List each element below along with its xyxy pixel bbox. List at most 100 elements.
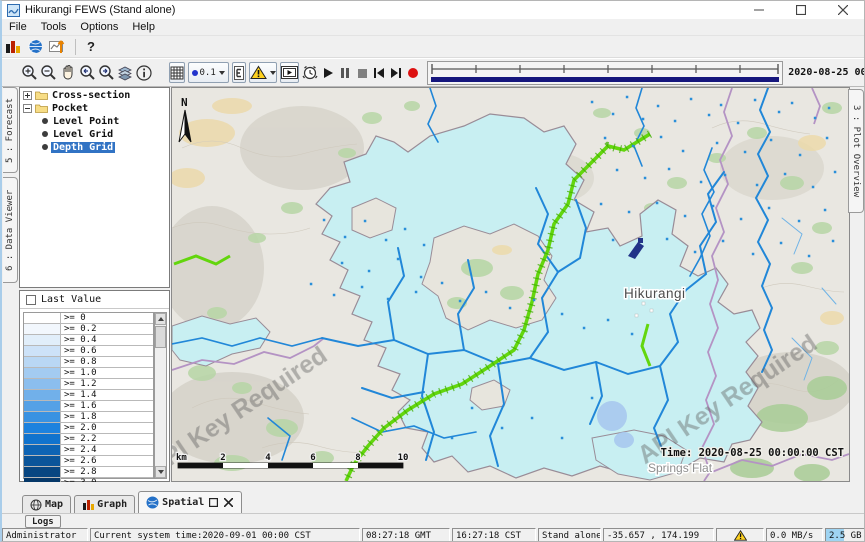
legend-swatch — [24, 324, 61, 334]
tab-spatial[interactable]: Spatial — [138, 491, 242, 513]
explorer-barchart-icon[interactable] — [3, 38, 23, 56]
tree-node-depth-grid[interactable]: Depth Grid — [20, 141, 169, 153]
left-tab-strip: 5 : Forecast 6 : Data Viewer — [2, 87, 18, 482]
play-icon[interactable] — [320, 62, 336, 83]
last-value-label: Last Value — [41, 294, 101, 305]
warning-threshold-dropdown[interactable] — [249, 62, 277, 83]
status-memory: 2.5 GB — [825, 528, 865, 542]
layers-icon[interactable] — [116, 62, 134, 83]
north-label: N — [181, 96, 188, 109]
logs-button[interactable]: Logs — [25, 515, 61, 528]
tab-maximize-icon[interactable] — [207, 497, 219, 509]
status-local-time: 16:27:18 CST — [452, 528, 536, 542]
legend-swatch — [24, 313, 61, 323]
status-mode: Stand alone — [538, 528, 601, 542]
tab-plot-overview[interactable]: 3 : Plot Overview — [848, 89, 864, 213]
minimize-button[interactable] — [738, 1, 780, 19]
tree-node-level-point[interactable]: Level Point — [20, 115, 169, 127]
stop-icon[interactable] — [354, 62, 370, 83]
zoom-in-icon[interactable] — [21, 62, 39, 83]
tree-node-label: Cross-section — [50, 90, 132, 101]
close-button[interactable] — [822, 1, 864, 19]
scroll-up-icon[interactable] — [155, 313, 166, 325]
zoom-next-icon[interactable] — [97, 62, 115, 83]
status-warning-cell[interactable] — [716, 528, 764, 542]
tab-forecast[interactable]: 5 : Forecast — [3, 87, 18, 173]
movie-player-icon[interactable] — [280, 62, 299, 83]
help-button[interactable]: ? — [83, 39, 99, 54]
menu-help[interactable]: Help — [125, 20, 162, 34]
tree-node-cross-section[interactable]: Cross-section — [20, 89, 169, 101]
tree-node-label: Level Point — [51, 116, 121, 127]
legend-row[interactable]: >= 0.2 — [24, 324, 153, 335]
map-viewport[interactable]: API Key Required API Key Required Hikura… — [171, 87, 850, 482]
right-tab-strip: 3 : Plot Overview — [847, 87, 864, 482]
tab-data-viewer[interactable]: 6 : Data Viewer — [3, 177, 18, 283]
tab-close-icon[interactable] — [222, 497, 234, 509]
maximize-button[interactable] — [780, 1, 822, 19]
legend-row[interactable]: >= 1.2 — [24, 379, 153, 390]
info-icon[interactable] — [135, 62, 153, 83]
legend-row[interactable]: >= 2.6 — [24, 456, 153, 467]
timeline-slider[interactable] — [427, 61, 783, 85]
legend-swatch — [24, 401, 61, 411]
pause-icon[interactable] — [337, 62, 353, 83]
title-bar: Hikurangi FEWS (Stand alone) — [2, 1, 864, 19]
last-value-checkbox[interactable] — [26, 295, 36, 305]
legend-row[interactable]: >= 0.8 — [24, 357, 153, 368]
map-canvas[interactable]: API Key Required API Key Required Hikura… — [172, 88, 849, 481]
legend-scrollbar[interactable] — [154, 312, 167, 479]
legend-row[interactable]: >= 1.6 — [24, 401, 153, 412]
legend-row[interactable]: >= 1.0 — [24, 368, 153, 379]
legend-row[interactable]: >= 1.4 — [24, 390, 153, 401]
tree-node-level-grid[interactable]: Level Grid — [20, 128, 169, 140]
menu-bar: File Tools Options Help — [2, 19, 864, 36]
wire-globe-icon — [30, 499, 42, 511]
label-classes-icon[interactable] — [232, 62, 246, 83]
zoom-out-icon[interactable] — [40, 62, 58, 83]
legend-row[interactable]: >= 0.4 — [24, 335, 153, 346]
main-toolbar: ? — [2, 36, 864, 58]
legend-swatch — [24, 423, 61, 433]
legend-swatch — [24, 335, 61, 345]
tab-map[interactable]: Map — [22, 495, 71, 513]
legend-row[interactable]: >= 0.6 — [24, 346, 153, 357]
map-time-overlay: Time: 2020-08-25 00:00:00 CST — [661, 447, 844, 459]
tree-node-pocket[interactable]: Pocket — [20, 102, 169, 114]
window-controls — [738, 1, 864, 19]
tree-node-label: Pocket — [50, 103, 90, 114]
legend-swatch — [24, 357, 61, 367]
layers-tree: Cross-section Pocket Level Point Level G… — [19, 87, 170, 288]
legend-row[interactable]: >= 2.4 — [24, 445, 153, 456]
legend-row[interactable]: >= 1.8 — [24, 412, 153, 423]
collapse-minus-icon[interactable] — [23, 104, 32, 113]
last-value-option[interactable]: Last Value — [20, 291, 169, 309]
menu-tools[interactable]: Tools — [34, 20, 74, 34]
contour-interval-dropdown[interactable]: 0.1 — [188, 62, 229, 83]
legend-row[interactable]: >= 2.0 — [24, 423, 153, 434]
zoom-previous-icon[interactable] — [78, 62, 96, 83]
legend-row[interactable]: >= 2.8 — [24, 467, 153, 478]
legend-row[interactable]: >= 2.2 — [24, 434, 153, 445]
legend-swatch — [24, 456, 61, 466]
bullet-icon — [42, 131, 48, 137]
grid-toggle-icon[interactable] — [169, 62, 185, 83]
skip-to-start-icon[interactable] — [371, 62, 387, 83]
chevron-down-icon — [270, 71, 276, 75]
animation-settings-icon[interactable] — [301, 62, 319, 83]
record-icon[interactable] — [405, 62, 421, 83]
menu-file[interactable]: File — [2, 20, 34, 34]
legend-row[interactable]: >= 0 — [24, 313, 153, 324]
status-user: Administrator — [2, 528, 88, 542]
scroll-down-icon[interactable] — [155, 466, 166, 478]
legend-label: >= 2.8 — [61, 467, 97, 477]
menu-options[interactable]: Options — [73, 20, 125, 34]
map-toolbar: 0.1 — [2, 58, 864, 87]
globe-icon[interactable] — [25, 38, 45, 56]
pan-hand-icon[interactable] — [59, 62, 77, 83]
skip-to-end-icon[interactable] — [388, 62, 404, 83]
timeseries-icon[interactable] — [47, 38, 67, 56]
tab-graph[interactable]: Graph — [74, 495, 135, 513]
scroll-thumb[interactable] — [155, 326, 166, 348]
expand-plus-icon[interactable] — [23, 91, 32, 100]
